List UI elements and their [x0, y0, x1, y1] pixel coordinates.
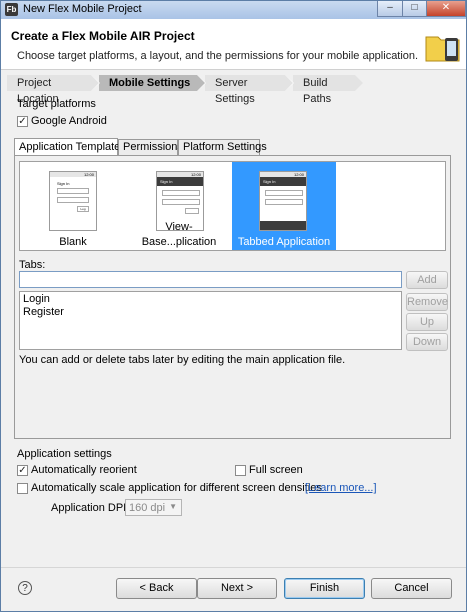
- tabs-hint: You can add or delete tabs later by edit…: [19, 354, 346, 366]
- tab-platform-settings[interactable]: Platform Settings: [178, 139, 267, 155]
- move-up-button[interactable]: Up: [406, 313, 448, 331]
- google-android-checkbox[interactable]: ✓: [17, 116, 28, 127]
- close-button[interactable]: ✕: [426, 1, 466, 17]
- window-title: New Flex Mobile Project: [23, 3, 142, 15]
- next-button[interactable]: Next >: [197, 578, 277, 599]
- move-down-button[interactable]: Down: [406, 333, 448, 351]
- tabs-label: Tabs:: [19, 259, 46, 271]
- flash-builder-app-icon: Fb: [5, 3, 18, 16]
- template-view-based-label: View-Base...plication: [141, 221, 217, 248]
- list-item-login[interactable]: Login: [20, 293, 401, 306]
- application-template-panel: 12:00 Sign In Log Blank 12:00 Sign In Vi…: [14, 155, 451, 439]
- full-screen-checkbox[interactable]: [235, 465, 246, 476]
- template-blank-label: Blank: [59, 236, 87, 248]
- full-screen-label: Full screen: [249, 464, 303, 476]
- maximize-button[interactable]: □: [402, 1, 427, 17]
- tab-permissions[interactable]: Permissions: [118, 139, 183, 155]
- mobile-folder-icon: [425, 36, 460, 62]
- cancel-button[interactable]: Cancel: [371, 578, 452, 599]
- help-icon[interactable]: ?: [18, 581, 32, 595]
- tab-application-template[interactable]: Application Template: [14, 138, 120, 155]
- step-server-settings[interactable]: Server Settings: [205, 75, 293, 105]
- application-dpi-value: 160 dpi: [129, 502, 166, 514]
- chevron-down-icon: ▼: [169, 502, 177, 511]
- remove-tab-button[interactable]: Remove: [406, 293, 448, 311]
- step-mobile-settings[interactable]: Mobile Settings: [99, 75, 205, 91]
- template-tabbed-label: Tabbed Application: [237, 236, 331, 248]
- template-blank[interactable]: 12:00 Sign In Log Blank: [38, 162, 108, 250]
- finish-button[interactable]: Finish: [284, 578, 365, 599]
- google-android-label: Google Android: [31, 115, 107, 127]
- auto-reorient-checkbox[interactable]: ✓: [17, 465, 28, 476]
- title-bar: Fb New Flex Mobile Project – □ ✕: [1, 1, 466, 19]
- list-item-register[interactable]: Register: [20, 306, 401, 319]
- auto-scale-checkbox[interactable]: [17, 483, 28, 494]
- add-tab-button[interactable]: Add: [406, 271, 448, 289]
- wizard-title: Create a Flex Mobile AIR Project: [11, 29, 195, 43]
- auto-reorient-label: Automatically reorient: [31, 464, 137, 476]
- application-dpi-select[interactable]: 160 dpi ▼: [125, 499, 182, 516]
- blank-template-thumbnail: 12:00 Sign In Log: [49, 171, 97, 231]
- tab-name-input[interactable]: [19, 271, 402, 288]
- step-project-location[interactable]: Project Location: [7, 75, 99, 105]
- application-settings-label: Application settings: [17, 448, 112, 460]
- tabbed-template-thumbnail: 12:00 Sign In: [259, 171, 307, 231]
- application-dpi-label: Application DPI:: [51, 502, 130, 514]
- tabs-list[interactable]: Login Register: [19, 291, 402, 350]
- target-platforms-label: Target platforms: [17, 98, 96, 110]
- dialog-window: Fb New Flex Mobile Project – □ ✕ Create …: [0, 0, 467, 612]
- learn-more-link[interactable]: [Learn more...]: [305, 482, 377, 494]
- wizard-subtitle: Choose target platforms, a layout, and t…: [17, 50, 419, 62]
- back-button[interactable]: < Back: [116, 578, 197, 599]
- footer-divider: [1, 567, 466, 568]
- wizard-steps: Project Location Mobile Settings Server …: [7, 75, 363, 105]
- template-tabbed[interactable]: 12:00 Sign In Tabbed Application: [232, 162, 336, 250]
- wizard-header: Create a Flex Mobile AIR Project Choose …: [1, 19, 466, 70]
- step-build-paths[interactable]: Build Paths: [293, 75, 363, 105]
- minimize-button[interactable]: –: [377, 1, 403, 17]
- template-gallery: 12:00 Sign In Log Blank 12:00 Sign In Vi…: [19, 161, 446, 251]
- template-view-based[interactable]: 12:00 Sign In View-Base...plication: [130, 162, 228, 250]
- auto-scale-label: Automatically scale application for diff…: [31, 482, 322, 494]
